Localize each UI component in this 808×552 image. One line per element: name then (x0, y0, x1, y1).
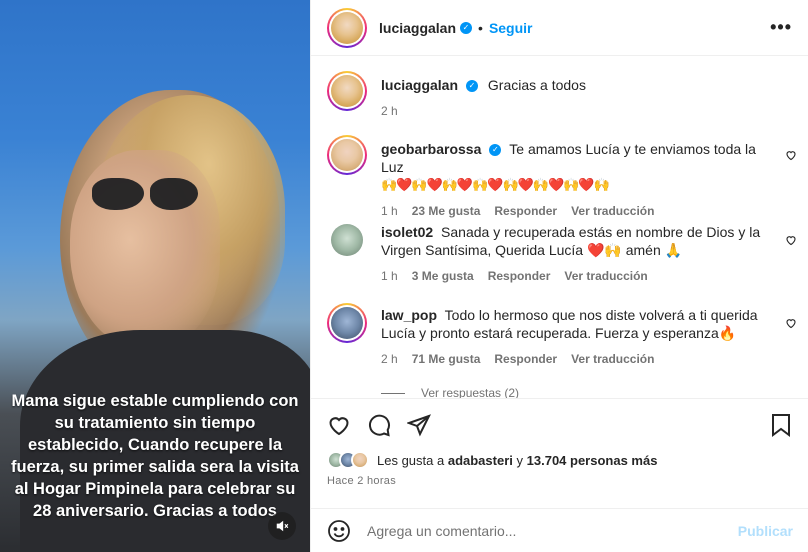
post-media[interactable]: Mama sigue estable cumpliendo con su tra… (0, 0, 310, 552)
add-comment-bar: Publicar (311, 508, 808, 552)
likes-prefix: Les gusta a (377, 452, 445, 468)
comment-time: 1 h (381, 204, 398, 218)
view-replies-label: Ver respuestas (2) (421, 386, 520, 398)
commenter-avatar[interactable] (327, 220, 367, 285)
likes-summary[interactable]: Les gusta a adabasteri y 13.704 personas… (327, 451, 793, 469)
comment-likes[interactable]: 3 Me gusta (412, 267, 474, 285)
verified-icon: ✓ (466, 80, 479, 93)
post-panel: luciaggalan ✓ • Seguir ••• luciaggalan ✓ … (310, 0, 808, 552)
reply-button[interactable]: Responder (494, 350, 557, 368)
likes-count[interactable]: 13.704 personas más (527, 453, 658, 468)
reply-button[interactable]: Responder (494, 202, 557, 220)
comment-like-heart-icon[interactable] (785, 234, 797, 249)
author-caption: luciaggalan ✓ Gracias a todos 2 h (327, 71, 797, 120)
verified-icon: ✓ (460, 21, 473, 34)
post-header: luciaggalan ✓ • Seguir ••• (311, 0, 808, 56)
comment-likes[interactable]: 71 Me gusta (412, 350, 481, 368)
comment-time: 2 h (381, 352, 398, 366)
comment-username[interactable]: geobarbarossa (381, 141, 481, 157)
more-options-icon[interactable]: ••• (770, 17, 792, 38)
comment-emoji-line: 🙌❤️🙌❤️🙌❤️🙌❤️🙌❤️🙌❤️🙌❤️🙌 (381, 177, 610, 192)
comment-likes[interactable]: 23 Me gusta (412, 202, 481, 220)
publish-button[interactable]: Publicar (738, 523, 793, 539)
comment-time: 1 h (381, 269, 398, 283)
comment-item: geobarbarossa ✓ Te amamos Lucía y te envi… (327, 135, 797, 220)
emoji-smile-icon[interactable] (327, 519, 351, 543)
author-avatar[interactable] (327, 7, 367, 48)
comment-icon[interactable] (367, 413, 391, 437)
comments-list[interactable]: luciaggalan ✓ Gracias a todos 2 h geobarb… (311, 57, 808, 398)
reply-button[interactable]: Responder (488, 267, 551, 285)
comment-input[interactable] (367, 522, 738, 539)
comment-item: law_pop Todo lo hermoso que nos diste vo… (327, 303, 797, 368)
comment-item: isolet02 Sanada y recuperada estás en no… (327, 220, 797, 285)
commenter-avatar[interactable] (327, 135, 367, 175)
comment-like-heart-icon[interactable] (785, 149, 797, 164)
comment-username[interactable]: law_pop (381, 307, 437, 323)
view-replies-button[interactable]: Ver respuestas (2) (381, 386, 519, 398)
caption-time: 2 h (381, 104, 398, 118)
likers-avatars (327, 451, 369, 469)
translate-button[interactable]: Ver traducción (571, 202, 654, 220)
comment-username[interactable]: isolet02 (381, 224, 433, 240)
media-caption-overlay: Mama sigue estable cumpliendo con su tra… (11, 392, 299, 520)
author-username[interactable]: luciaggalan (379, 20, 456, 36)
translate-button[interactable]: Ver traducción (571, 350, 654, 368)
likes-middle: y (516, 452, 524, 468)
share-icon[interactable] (407, 413, 431, 437)
comment-text: Sanada y recuperada estás en nombre de D… (381, 224, 761, 258)
photo-sunglasses (92, 178, 202, 212)
replies-divider (381, 392, 405, 394)
bookmark-icon[interactable] (769, 413, 793, 437)
post-actions: Les gusta a adabasteri y 13.704 personas… (311, 398, 808, 487)
like-heart-icon[interactable] (327, 413, 351, 437)
author-caption-avatar[interactable] (327, 71, 367, 111)
verified-icon: ✓ (489, 144, 502, 157)
commenter-avatar[interactable] (327, 303, 367, 343)
comment-text: Todo lo hermoso que nos diste volverá a … (381, 307, 758, 341)
caption-text: Gracias a todos (487, 77, 586, 93)
likes-user[interactable]: adabasteri (448, 453, 513, 468)
translate-button[interactable]: Ver traducción (564, 267, 647, 285)
comment-like-heart-icon[interactable] (785, 317, 797, 332)
separator-dot: • (478, 19, 483, 36)
follow-button[interactable]: Seguir (489, 20, 533, 36)
caption-username[interactable]: luciaggalan (381, 77, 458, 93)
post-time: Hace 2 horas (327, 475, 397, 487)
mute-icon[interactable] (268, 512, 296, 540)
